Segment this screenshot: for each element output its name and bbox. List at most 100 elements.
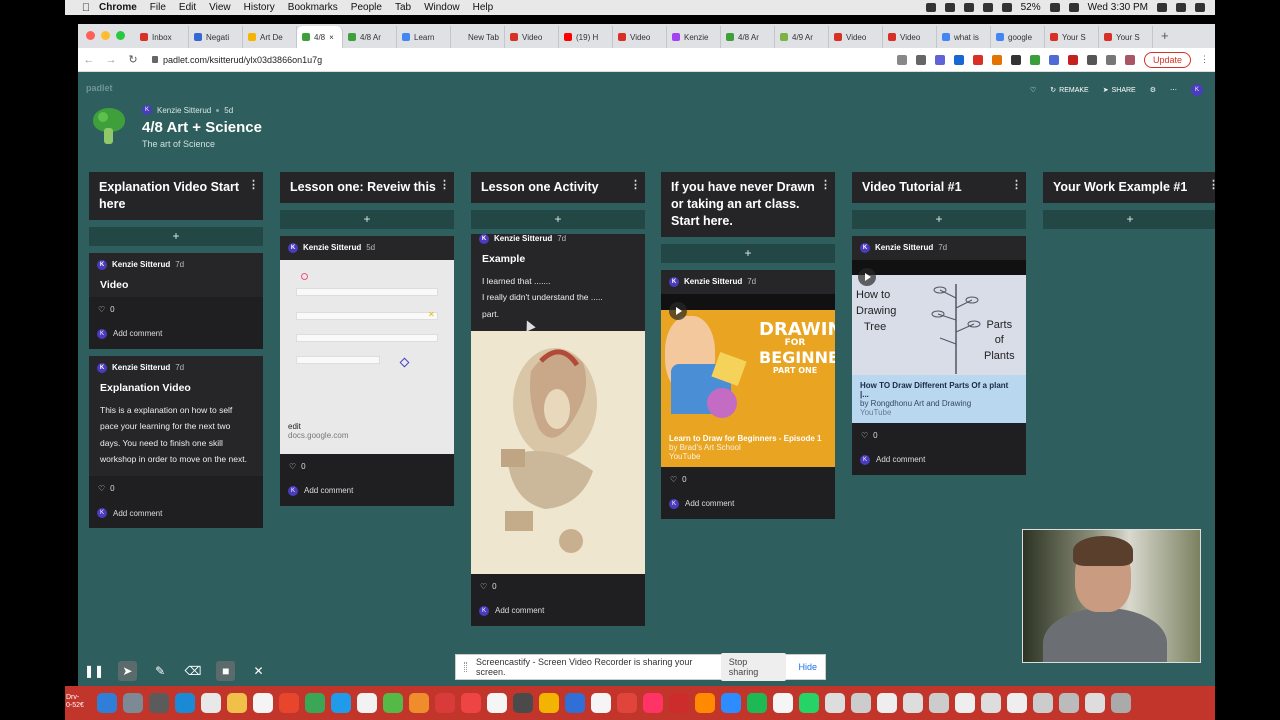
play-icon[interactable] xyxy=(669,301,687,320)
menu-history[interactable]: History xyxy=(244,2,275,13)
column-menu-icon[interactable]: ⋮ xyxy=(439,178,450,193)
user-icon[interactable] xyxy=(1176,3,1186,12)
ear-anatomy-image[interactable] xyxy=(471,330,645,574)
dock-app-icon[interactable] xyxy=(279,693,299,713)
webcam-overlay[interactable] xyxy=(1022,529,1201,663)
menu-people[interactable]: People xyxy=(351,2,382,13)
browser-tab[interactable]: Video xyxy=(829,26,883,48)
heart-icon[interactable]: ♡ xyxy=(670,475,677,484)
dock-app-icon[interactable] xyxy=(383,693,403,713)
post-card[interactable]: K Kenzie Sitterud 7d DRAWING FOR BEGINNE… xyxy=(661,269,835,519)
browser-tab[interactable]: google xyxy=(991,26,1045,48)
column-menu-icon[interactable]: ⋮ xyxy=(1208,178,1215,193)
wifi-icon[interactable] xyxy=(982,3,993,12)
hide-button[interactable]: Hide xyxy=(798,662,817,672)
browser-tab[interactable]: Your S xyxy=(1099,26,1153,48)
browser-tab[interactable]: Your S xyxy=(1045,26,1099,48)
video-thumbnail[interactable]: DRAWING FOR BEGINNERS PART ONE xyxy=(661,293,835,428)
add-comment[interactable]: K Add comment xyxy=(89,321,263,349)
video-caption[interactable]: How TO Draw Different Parts Of a plant |… xyxy=(852,374,1026,423)
dock-app-icon[interactable] xyxy=(851,693,871,713)
cursor-tool-icon[interactable]: ➤ xyxy=(118,661,137,681)
add-post-button[interactable]: + xyxy=(1043,209,1215,229)
column-menu-icon[interactable]: ⋮ xyxy=(820,178,831,193)
dock-app-icon[interactable] xyxy=(227,693,247,713)
heart-icon[interactable]: ♡ xyxy=(861,431,868,440)
dock-app-icon[interactable] xyxy=(903,693,923,713)
pause-icon[interactable]: ❚❚ xyxy=(84,661,104,681)
dock-app-icon[interactable] xyxy=(825,693,845,713)
post-card[interactable]: K Kenzie Sitterud 7d Example I learned t… xyxy=(471,233,645,626)
add-post-button[interactable]: + xyxy=(280,209,454,229)
dock-app-icon[interactable] xyxy=(1033,693,1053,713)
dock-app-icon[interactable] xyxy=(565,693,585,713)
column-menu-icon[interactable]: ⋮ xyxy=(248,178,259,193)
camera-tool-icon[interactable]: ■ xyxy=(216,661,236,681)
post-card[interactable]: K Kenzie Sitterud 7d Video ♡ 0 K Add com… xyxy=(89,252,263,349)
dock-app-icon[interactable] xyxy=(409,693,429,713)
control-center-icon[interactable] xyxy=(1195,3,1205,12)
add-comment[interactable]: K Add comment xyxy=(89,501,263,528)
browser-tab[interactable]: Learn xyxy=(397,26,451,48)
dock-app-icon[interactable] xyxy=(643,693,663,713)
back-button[interactable]: ← xyxy=(78,54,100,66)
browser-tab[interactable]: Video xyxy=(505,26,559,48)
stop-sharing-button[interactable]: Stop sharing xyxy=(720,653,787,681)
new-tab-button[interactable]: + xyxy=(1161,28,1169,48)
add-comment[interactable]: K Add comment xyxy=(280,478,454,506)
share-button[interactable]: ➤ SHARE xyxy=(1103,86,1136,95)
remake-button[interactable]: ↻ REMAKE xyxy=(1050,86,1088,95)
extension-grid-icon[interactable] xyxy=(1010,54,1021,65)
dock-app-icon[interactable] xyxy=(877,693,897,713)
heart-icon[interactable]: ♡ xyxy=(289,462,296,471)
pen-tool-icon[interactable]: ✎ xyxy=(151,661,170,681)
dock-app-icon[interactable] xyxy=(617,693,637,713)
close-tab-icon[interactable]: × xyxy=(329,33,334,42)
column-menu-icon[interactable]: ⋮ xyxy=(1011,178,1022,193)
extension-tp-icon[interactable] xyxy=(972,54,983,65)
dock-app-icon[interactable] xyxy=(487,693,507,713)
reload-button[interactable]: ↻ xyxy=(122,53,144,66)
browser-tab[interactable]: Art De xyxy=(243,26,297,48)
browser-tab[interactable]: 4/9 Ar xyxy=(775,26,829,48)
dock-app-icon[interactable] xyxy=(435,693,455,713)
dock-app-icon[interactable] xyxy=(305,693,325,713)
browser-tab[interactable]: Kenzie xyxy=(667,26,721,48)
post-card[interactable]: K Kenzie Sitterud 7d How to Drawing Tree xyxy=(852,235,1026,475)
dock-app-icon[interactable] xyxy=(539,693,559,713)
volume-icon[interactable] xyxy=(1001,3,1012,12)
heart-icon[interactable]: ♡ xyxy=(480,582,487,591)
menu-tab[interactable]: Tab xyxy=(395,2,411,13)
address-bar[interactable]: padlet.com/ksitterud/ylx03d3866on1u7g xyxy=(152,55,322,65)
dock-app-icon[interactable] xyxy=(1085,693,1105,713)
browser-tab[interactable]: Negati xyxy=(189,26,243,48)
menu-window[interactable]: Window xyxy=(424,2,460,13)
update-button[interactable]: Update xyxy=(1143,51,1191,68)
dock-app-icon[interactable] xyxy=(357,693,377,713)
dock-app-icon[interactable] xyxy=(721,693,741,713)
dock-app-icon[interactable] xyxy=(747,693,767,713)
dock-app-icon[interactable] xyxy=(175,693,195,713)
post-card[interactable]: K Kenzie Sitterud 5d ✕ edit docs.google.… xyxy=(280,235,454,506)
heart-icon[interactable]: ♡ xyxy=(1030,86,1036,94)
doc-preview[interactable]: ✕ xyxy=(280,259,454,422)
reading-list-icon[interactable] xyxy=(1105,54,1116,65)
add-comment[interactable]: K Add comment xyxy=(661,491,835,519)
dock-app-icon[interactable] xyxy=(929,693,949,713)
heart-icon[interactable]: ♡ xyxy=(98,305,105,314)
dock-app-icon[interactable] xyxy=(253,693,273,713)
extensions-puzzle-icon[interactable] xyxy=(1086,54,1097,65)
flag-icon[interactable] xyxy=(1068,3,1079,12)
screen-icon[interactable] xyxy=(944,3,955,12)
more-options-icon[interactable]: ⋯ xyxy=(1170,86,1177,94)
extension-new-icon[interactable] xyxy=(1067,54,1078,65)
eraser-tool-icon[interactable]: ⌫ xyxy=(184,661,203,681)
dock-app-icon[interactable] xyxy=(513,693,533,713)
browser-tab[interactable]: (19) H xyxy=(559,26,613,48)
column-menu-icon[interactable]: ⋮ xyxy=(630,178,641,193)
dock-app-icon[interactable] xyxy=(773,693,793,713)
settings-gear-icon[interactable]: ⚙ xyxy=(1150,86,1156,94)
minimize-window-button[interactable] xyxy=(101,31,110,40)
dock-app-icon[interactable] xyxy=(461,693,481,713)
browser-menu-icon[interactable]: ⋮ xyxy=(1200,54,1209,65)
